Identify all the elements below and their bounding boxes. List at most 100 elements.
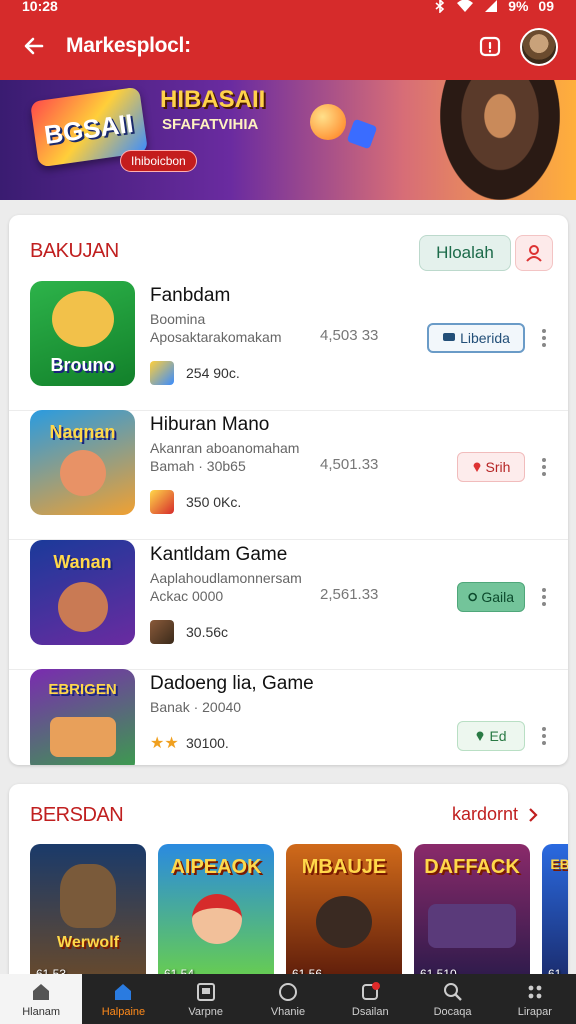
game-tile[interactable]: Werwolf 61 53 [30,844,146,984]
game-description: Bamah · 30b65 [150,458,246,474]
game-title: Dadoeng lia, Game [150,673,314,694]
game-count: 4,503 33 [320,327,379,344]
game-description: Aposaktarakomakam [150,329,282,345]
banner-pill[interactable]: Ihiboicbon [120,150,197,172]
thumbnail-label: EBRIGEN [48,681,117,698]
developer-icon [150,490,174,514]
banner-cube-graphic [346,118,378,150]
notification-icon[interactable] [477,34,503,60]
game-subtitle: Akanran aboanomaham [150,440,300,456]
game-title: Fanbdam [150,285,231,306]
game-meta: 30100. [186,735,229,751]
status-button[interactable]: Srih [457,452,525,482]
apps-grid-icon [528,985,542,998]
character-graphic [58,582,108,632]
more-options-icon[interactable] [538,582,550,612]
list-item[interactable]: Naqnan Hiburan Mano Akanran aboanomaham … [9,410,568,540]
game-meta: 30.56c [186,624,229,640]
popular-section: BERSDAN kardornt Werwolf 61 53 AIPEAOK 6… [9,784,568,984]
page-title: Markesplocl: [66,34,191,57]
nav-item-notifications[interactable]: Dsailan [329,974,411,1024]
see-all-link[interactable]: kardornt [452,804,538,825]
nav-item-more[interactable]: Lirapar [494,974,576,1024]
game-thumbnail: EBRIGEN [30,669,135,765]
section-title: BERSDAN [30,804,124,826]
chat-icon [443,333,456,341]
list-item[interactable]: EBRIGEN Dadoeng lia, Game Banak · 20040 … [9,669,568,765]
character-graphic [60,450,106,496]
thumbnail-label: Wanan [53,552,112,572]
home-icon [33,983,50,1000]
wifi-icon [457,0,474,12]
avatar[interactable] [520,28,558,66]
rat-graphic [316,896,372,948]
status-network: 09 [538,0,554,14]
location-pin-icon [473,462,481,472]
promo-banner[interactable]: BGSAII HIBASAII SFAFATVIHIA Ihiboicbon [0,80,576,200]
status-button[interactable]: Gaila [457,582,525,612]
profile-filter-button[interactable] [515,235,553,271]
battery-percent: 9% [508,0,529,14]
character-graphic [192,894,242,944]
more-options-icon[interactable] [538,721,550,751]
status-time: 10:28 [22,0,58,14]
back-arrow-icon[interactable] [20,32,48,60]
notification-bell-icon [362,981,381,1000]
house-icon [115,983,132,1000]
banner-headline: HIBASAII [160,86,266,113]
grid-icon [196,982,215,1001]
characters-graphic [50,717,116,757]
search-icon [443,982,462,1001]
filter-button[interactable]: Hloalah [419,235,511,271]
chevron-right-icon [529,807,538,822]
chat-bubble-icon [278,982,297,1001]
list-item[interactable]: Wanan Kantldam Game Aaplahoudlamonnersam… [9,540,568,670]
game-subtitle: Aaplahoudlamonnersam [150,570,302,586]
nav-item-search[interactable]: Docaqa [411,974,493,1024]
game-count: 2,561.33 [320,586,379,603]
game-meta: 350 0Kc. [186,494,242,510]
app-header: 10:28 9% 09 Markesplocl: [0,0,576,80]
status-button[interactable]: Ed [457,721,525,751]
location-pin-icon [476,731,484,741]
thumbnail-label: Naqnan [49,422,116,442]
banner-hero-graphic [440,80,560,200]
game-tile[interactable]: EBI 61 [542,844,568,984]
bottom-navigation: Hlanam Halpaine Varpne Vhanie Dsailan Do… [0,974,576,1024]
game-meta: 254 90c. [186,365,240,381]
star-icon: ★★ [150,735,179,752]
game-subtitle: Banak · 20040 [150,699,242,715]
banner-subtitle: SFAFATVIHIA [162,116,259,133]
more-options-icon[interactable] [538,452,550,482]
signal-icon [485,0,498,12]
nav-item-home[interactable]: Hlanam [0,974,83,1024]
heroes-graphic [428,904,516,948]
user-icon [526,245,542,262]
game-thumbnail: Wanan [30,540,135,645]
game-carousel[interactable]: Werwolf 61 53 AIPEAOK 61 54 MBAUJE 61 56… [30,844,568,984]
status-bar: 10:28 9% 09 [0,0,576,18]
game-thumbnail: Brouno [30,281,135,386]
developer-icon [150,620,174,644]
featured-section: BAKUJAN Hloalah Brouno Fanbdam Boomina A… [9,215,568,765]
developer-icon [150,361,174,385]
section-title: BAKUJAN [30,240,119,262]
more-options-icon[interactable] [538,323,550,353]
game-tile[interactable]: DAFFACK 61 510 [414,844,530,984]
status-button[interactable]: Liberida [427,323,525,353]
game-subtitle: Boomina [150,311,206,327]
game-title: Kantldam Game [150,544,288,565]
game-description: Ackac 0000 [150,588,224,604]
list-item[interactable]: Brouno Fanbdam Boomina Aposaktarakomakam… [9,281,568,411]
game-tile[interactable]: AIPEAOK 61 54 [158,844,274,984]
game-thumbnail: Naqnan [30,410,135,515]
banner-orb-graphic [310,104,346,140]
thumbnail-label: Brouno [50,355,115,375]
wolf-graphic [60,864,116,928]
nav-item-games[interactable]: Varpne [165,974,247,1024]
game-tile[interactable]: MBAUJE 61 56 [286,844,402,984]
game-title: Hiburan Mano [150,414,270,435]
nav-item-marketplace[interactable]: Halpaine [82,974,164,1024]
circle-check-icon [468,592,477,602]
nav-item-chat[interactable]: Vhanie [247,974,329,1024]
